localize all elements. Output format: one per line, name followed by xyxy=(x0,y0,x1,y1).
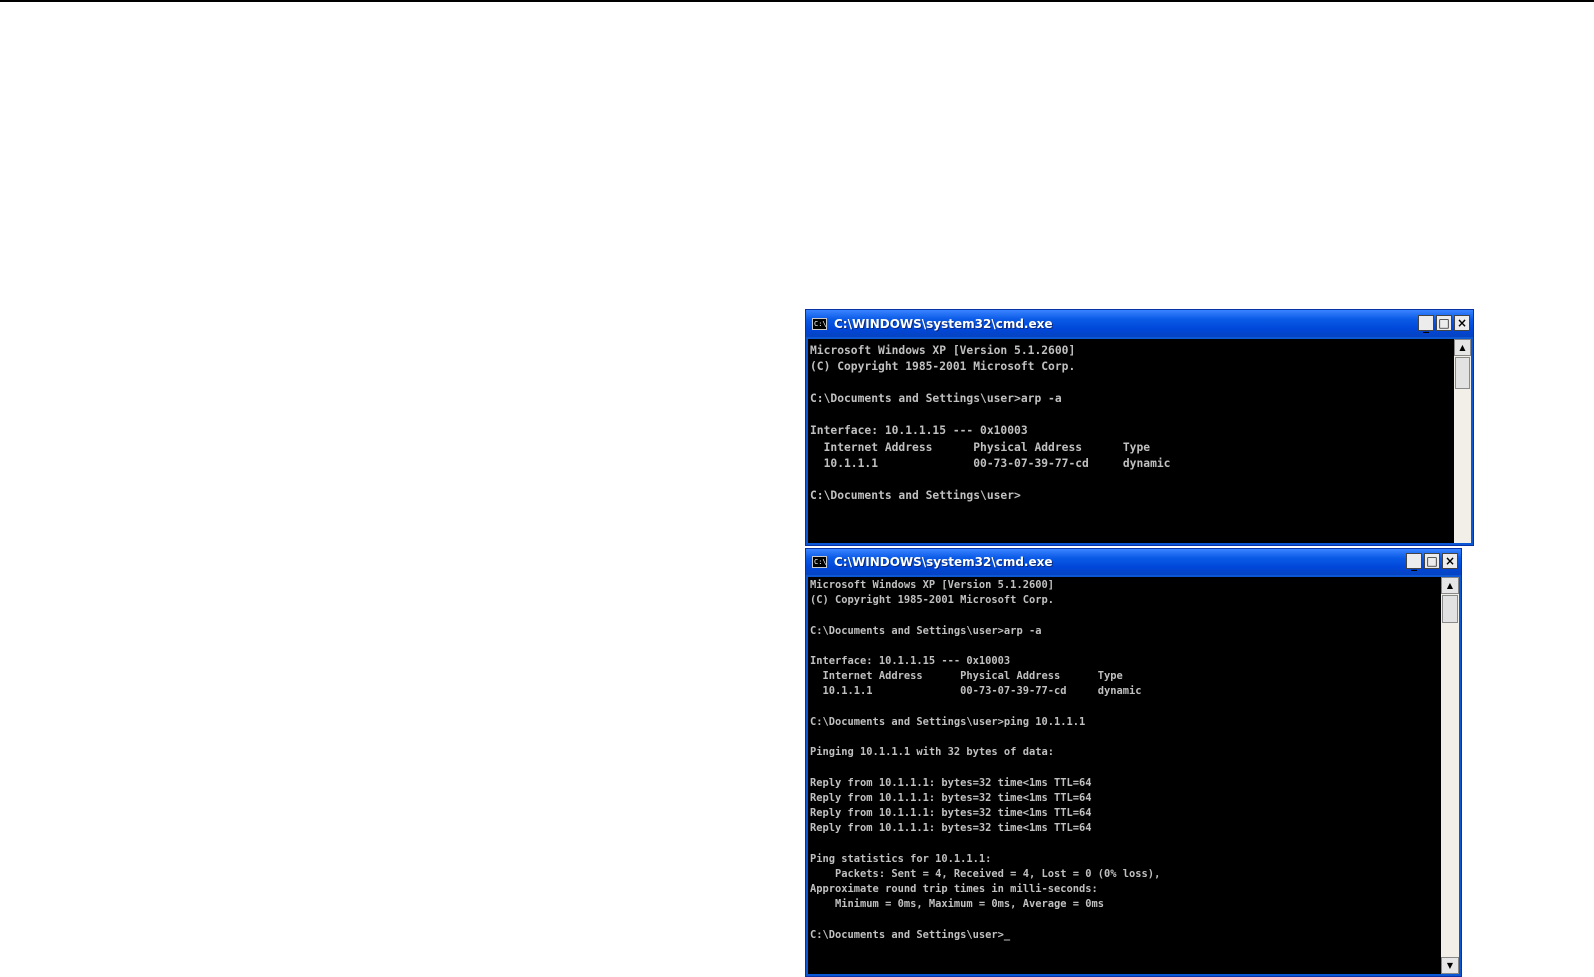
vertical-scrollbar[interactable]: ▲ xyxy=(1454,339,1471,543)
close-button[interactable]: × xyxy=(1454,315,1470,331)
scroll-thumb[interactable] xyxy=(1442,595,1458,623)
window-controls: _ □ × xyxy=(1406,553,1458,571)
scroll-thumb[interactable] xyxy=(1455,357,1470,389)
console-output[interactable]: Microsoft Windows XP [Version 5.1.2600] … xyxy=(808,577,1441,974)
minimize-button[interactable]: _ xyxy=(1406,553,1422,571)
cmd-window-arp[interactable]: C:\ C:\WINDOWS\system32\cmd.exe _ □ × Mi… xyxy=(805,309,1474,546)
vertical-scrollbar[interactable]: ▲ ▼ xyxy=(1441,577,1459,974)
command-prompt-icon[interactable]: C:\ xyxy=(812,556,827,568)
window-title: C:\WINDOWS\system32\cmd.exe xyxy=(834,555,1053,569)
title-bar[interactable]: C:\ C:\WINDOWS\system32\cmd.exe _ □ × xyxy=(806,549,1461,575)
scroll-up-button[interactable]: ▲ xyxy=(1441,577,1459,594)
command-prompt-icon[interactable]: C:\ xyxy=(812,317,827,330)
window-controls: _ □ × xyxy=(1418,315,1470,333)
scroll-up-button[interactable]: ▲ xyxy=(1454,339,1471,356)
close-button[interactable]: × xyxy=(1442,553,1458,569)
maximize-button[interactable]: □ xyxy=(1424,553,1440,569)
window-title: C:\WINDOWS\system32\cmd.exe xyxy=(834,316,1053,331)
title-bar[interactable]: C:\ C:\WINDOWS\system32\cmd.exe _ □ × xyxy=(806,310,1473,337)
cmd-window-ping[interactable]: C:\ C:\WINDOWS\system32\cmd.exe _ □ × Mi… xyxy=(805,548,1462,977)
maximize-button[interactable]: □ xyxy=(1436,315,1452,331)
minimize-button[interactable]: _ xyxy=(1418,315,1434,333)
console-text: Microsoft Windows XP [Version 5.1.2600] … xyxy=(810,344,1171,502)
console-output[interactable]: Microsoft Windows XP [Version 5.1.2600] … xyxy=(808,339,1454,543)
scroll-down-button[interactable]: ▼ xyxy=(1441,957,1459,974)
console-text: Microsoft Windows XP [Version 5.1.2600] … xyxy=(810,579,1161,941)
page-top-rule xyxy=(0,0,1594,2)
